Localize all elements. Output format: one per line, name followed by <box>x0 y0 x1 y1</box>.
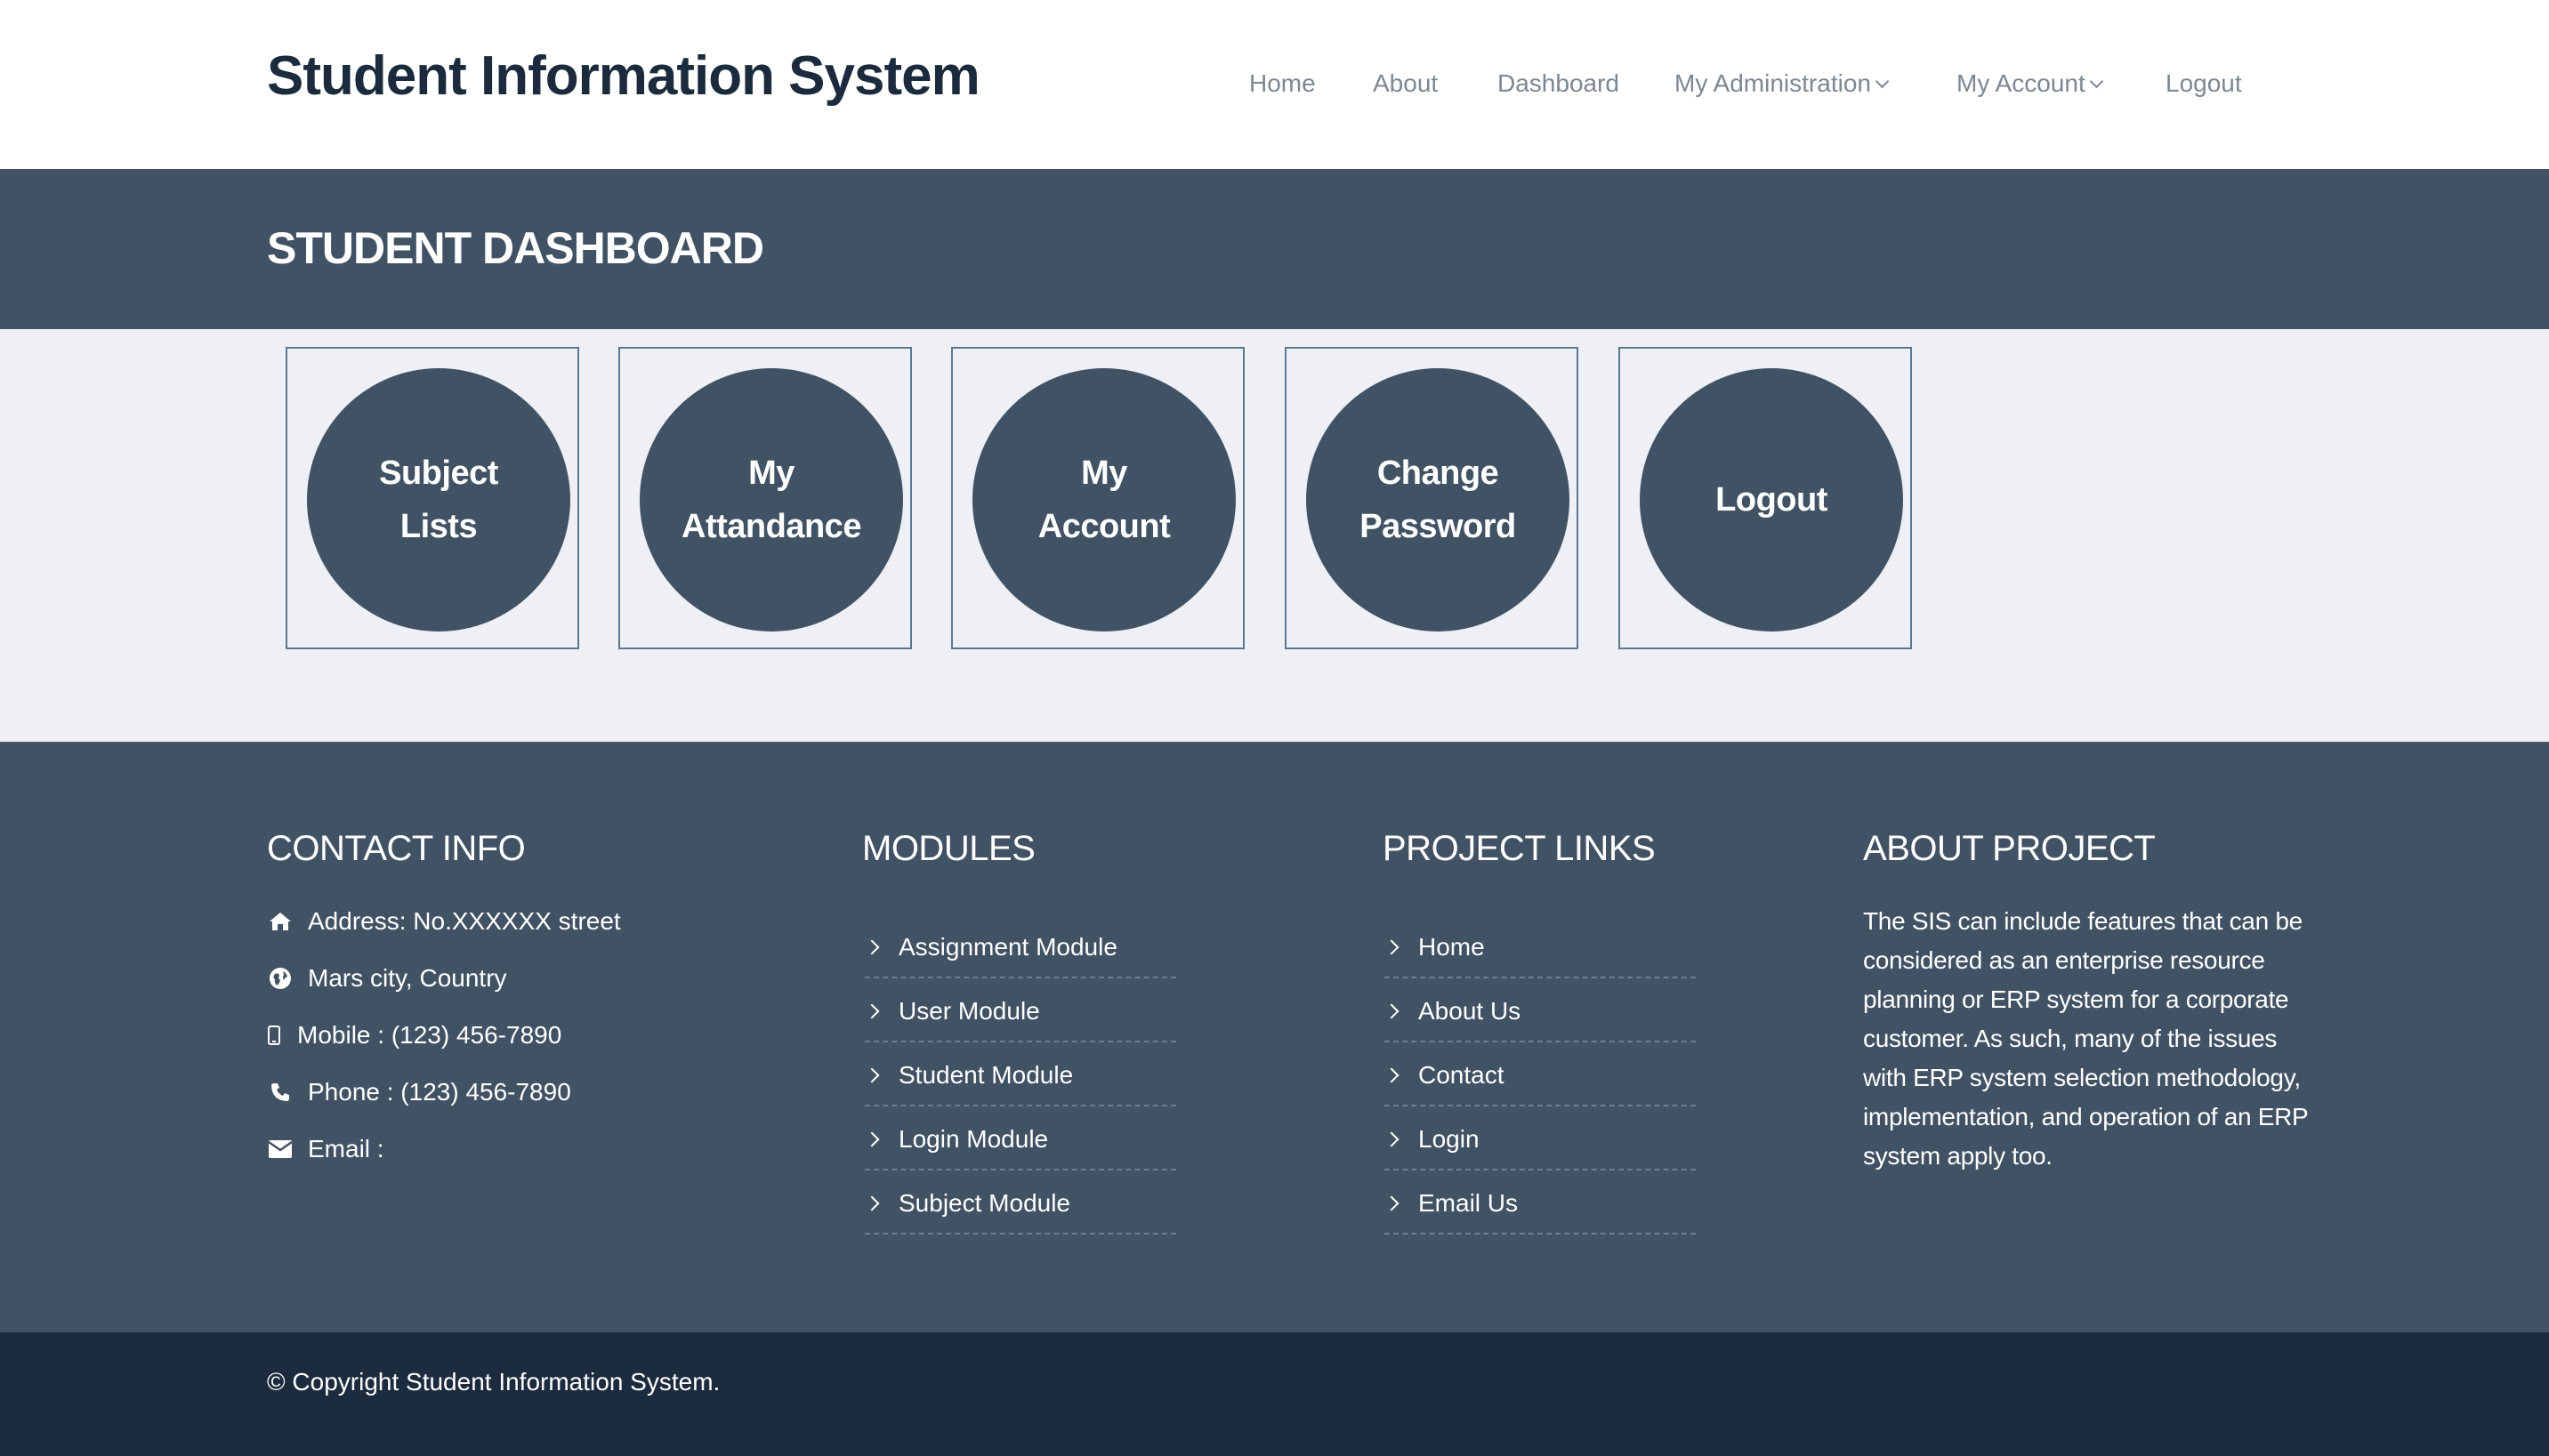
project-link-login[interactable]: Login <box>1383 1108 1696 1170</box>
nav-dashboard[interactable]: Dashboard <box>1497 69 1619 98</box>
copyright-bar: © Copyright Student Information System. <box>0 1332 2549 1456</box>
chevron-right-icon <box>864 1067 880 1083</box>
project-link-label: Contact <box>1418 1061 1504 1089</box>
tile-label: My Attandance <box>669 446 874 553</box>
tile-my-account[interactable]: My Account <box>951 347 1245 649</box>
chevron-right-icon <box>864 1003 880 1019</box>
modules-list: Assignment Module User Module Student Mo… <box>864 916 1176 1236</box>
module-link-user[interactable]: User Module <box>864 980 1176 1042</box>
project-link-label: About Us <box>1418 997 1521 1025</box>
project-link-label: Login <box>1418 1125 1480 1153</box>
tile-circle[interactable]: Change Password <box>1306 368 1569 631</box>
nav-my-administration[interactable]: My Administration <box>1674 69 1890 98</box>
tile-label: My Account <box>1002 446 1206 553</box>
nav-about[interactable]: About <box>1373 69 1438 98</box>
contact-city-text: Mars city, Country <box>308 964 507 992</box>
page-title: STUDENT DASHBOARD <box>267 223 764 273</box>
project-link-email-us[interactable]: Email Us <box>1383 1172 1696 1235</box>
tile-label: Logout <box>1669 473 1874 527</box>
chevron-right-icon <box>1383 939 1400 955</box>
tile-subject-lists[interactable]: Subject Lists <box>286 347 579 649</box>
project-link-contact[interactable]: Contact <box>1383 1044 1696 1106</box>
nav-logout-label: Logout <box>2166 69 2242 97</box>
tile-label-line: My <box>748 454 795 492</box>
nav-home[interactable]: Home <box>1249 69 1316 98</box>
modules-heading: MODULES <box>862 829 1036 868</box>
contact-email: Email : <box>267 1135 384 1163</box>
module-link-label: Subject Module <box>899 1189 1071 1217</box>
contact-info-heading: CONTACT INFO <box>267 829 526 868</box>
chevron-right-icon <box>1383 1003 1400 1019</box>
tile-label-line: Subject <box>379 454 498 492</box>
module-link-label: User Module <box>899 997 1040 1025</box>
tile-label: Change Password <box>1335 446 1540 553</box>
chevron-right-icon <box>864 1195 880 1211</box>
tile-label-line: Password <box>1359 508 1516 545</box>
project-link-label: Email Us <box>1418 1189 1519 1217</box>
tile-label-line: My <box>1081 454 1127 492</box>
chevron-right-icon <box>1383 1067 1400 1083</box>
chevron-right-icon <box>864 1131 880 1147</box>
module-link-label: Assignment Module <box>899 933 1117 961</box>
module-link-subject[interactable]: Subject Module <box>864 1172 1176 1235</box>
nav-my-account[interactable]: My Account <box>1956 69 2104 98</box>
project-links-list: Home About Us Contact Login Email Us <box>1383 916 1696 1236</box>
dashboard-tiles: Subject Lists My Attandance My Account C… <box>0 329 2549 742</box>
tile-label-line: Lists <box>399 508 478 545</box>
copyright-text: © Copyright Student Information System. <box>267 1368 721 1396</box>
home-icon <box>267 908 294 935</box>
contact-mobile: Mobile : (123) 456-7890 <box>267 1021 561 1050</box>
phone-icon <box>267 1079 294 1106</box>
nav-my-administration-label: My Administration <box>1674 69 1871 97</box>
tile-my-attandance[interactable]: My Attandance <box>618 347 912 649</box>
site-header: Student Information System Home About Da… <box>0 0 2549 169</box>
contact-address-text: Address: No.XXXXXX street <box>308 907 621 935</box>
module-link-label: Login Module <box>899 1125 1049 1153</box>
contact-address: Address: No.XXXXXX street <box>267 907 621 936</box>
tile-circle[interactable]: Subject Lists <box>307 368 570 631</box>
contact-phone-text: Phone : (123) 456-7890 <box>308 1078 571 1106</box>
module-link-label: Student Module <box>899 1061 1074 1089</box>
contact-city: Mars city, Country <box>267 964 507 993</box>
contact-phone: Phone : (123) 456-7890 <box>267 1078 571 1106</box>
site-footer: CONTACT INFO Address: No.XXXXXX street M… <box>0 742 2549 1332</box>
tile-label-line: Account <box>1037 508 1171 545</box>
about-project-text: The SIS can include features that can be… <box>1863 907 2308 1170</box>
project-links-heading: PROJECT LINKS <box>1383 829 1656 868</box>
chevron-down-icon <box>1875 74 1890 89</box>
tile-circle[interactable]: Logout <box>1640 368 1903 631</box>
project-link-about-us[interactable]: About Us <box>1383 980 1696 1042</box>
about-project-heading: ABOUT PROJECT <box>1863 829 2156 868</box>
chevron-right-icon <box>1383 1131 1400 1147</box>
globe-icon <box>267 965 294 992</box>
tile-label-line: Change <box>1376 454 1499 492</box>
tile-change-password[interactable]: Change Password <box>1285 347 1578 649</box>
tile-label: Subject Lists <box>336 446 541 553</box>
tile-label-line: Logout <box>1715 481 1827 519</box>
nav-about-label: About <box>1373 69 1439 97</box>
nav-home-label: Home <box>1249 69 1316 97</box>
tile-circle[interactable]: My Attandance <box>640 368 903 631</box>
tile-circle[interactable]: My Account <box>972 368 1236 631</box>
nav-my-account-label: My Account <box>1956 69 2085 97</box>
chevron-down-icon <box>2089 74 2104 89</box>
module-link-login[interactable]: Login Module <box>864 1108 1176 1170</box>
mobile-icon <box>267 1022 281 1049</box>
chevron-right-icon <box>864 939 880 955</box>
contact-mobile-text: Mobile : (123) 456-7890 <box>297 1021 562 1049</box>
nav-dashboard-label: Dashboard <box>1497 69 1619 97</box>
nav-logout[interactable]: Logout <box>2166 69 2242 98</box>
project-link-home[interactable]: Home <box>1383 916 1696 978</box>
tile-logout[interactable]: Logout <box>1618 347 1912 649</box>
main-nav: Home About Dashboard My Administration M… <box>0 69 2549 105</box>
envelope-icon <box>267 1136 294 1162</box>
chevron-right-icon <box>1383 1195 1400 1211</box>
project-link-label: Home <box>1418 933 1485 961</box>
module-link-student[interactable]: Student Module <box>864 1044 1176 1106</box>
tile-label-line: Attandance <box>682 508 861 545</box>
contact-email-text: Email : <box>308 1135 384 1162</box>
page-title-band: STUDENT DASHBOARD <box>0 169 2549 329</box>
module-link-assignment[interactable]: Assignment Module <box>864 916 1176 978</box>
